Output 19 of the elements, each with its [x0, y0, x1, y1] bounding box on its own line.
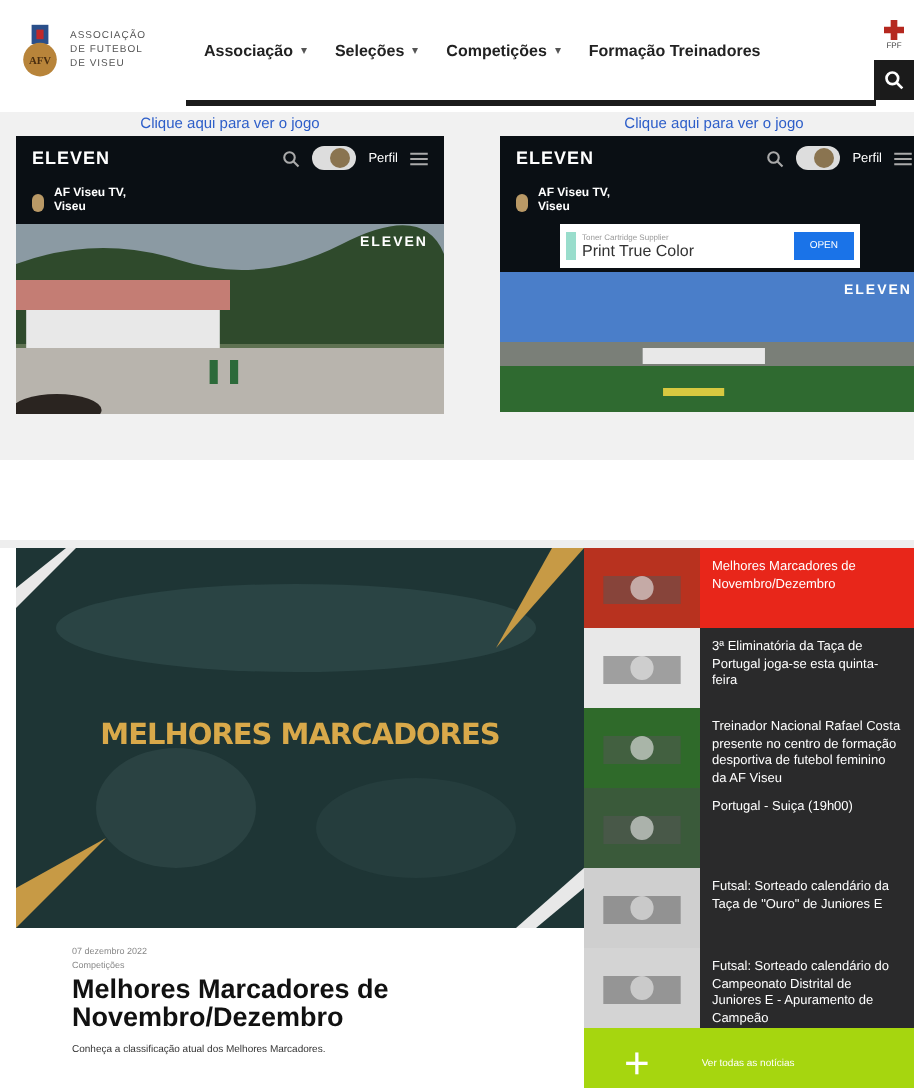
- avatar-icon: [32, 193, 44, 211]
- nav-link[interactable]: Seleções: [334, 41, 405, 59]
- menu-icon[interactable]: [410, 151, 428, 165]
- search-icon[interactable]: [282, 149, 301, 167]
- avatar-icon: [516, 193, 528, 211]
- avatar-icon[interactable]: [312, 146, 357, 170]
- article-title[interactable]: Melhores Marcadores de Novembro/Dezembro: [72, 976, 472, 1032]
- avatar-icon[interactable]: [796, 146, 841, 170]
- nav-link[interactable]: Formação Treinadores: [588, 41, 761, 59]
- brand-logo[interactable]: ELEVEN: [32, 148, 271, 168]
- nav-link[interactable]: Associação: [204, 41, 293, 59]
- brand-logo[interactable]: ELEVEN: [516, 148, 755, 168]
- nav-link[interactable]: Competições: [446, 41, 547, 59]
- cross-icon: [884, 20, 904, 40]
- menu-icon[interactable]: [894, 151, 912, 165]
- ad-title: Print True Color: [582, 242, 697, 260]
- search-button[interactable]: [874, 60, 914, 100]
- search-icon[interactable]: [884, 70, 904, 90]
- search-icon[interactable]: [766, 149, 785, 167]
